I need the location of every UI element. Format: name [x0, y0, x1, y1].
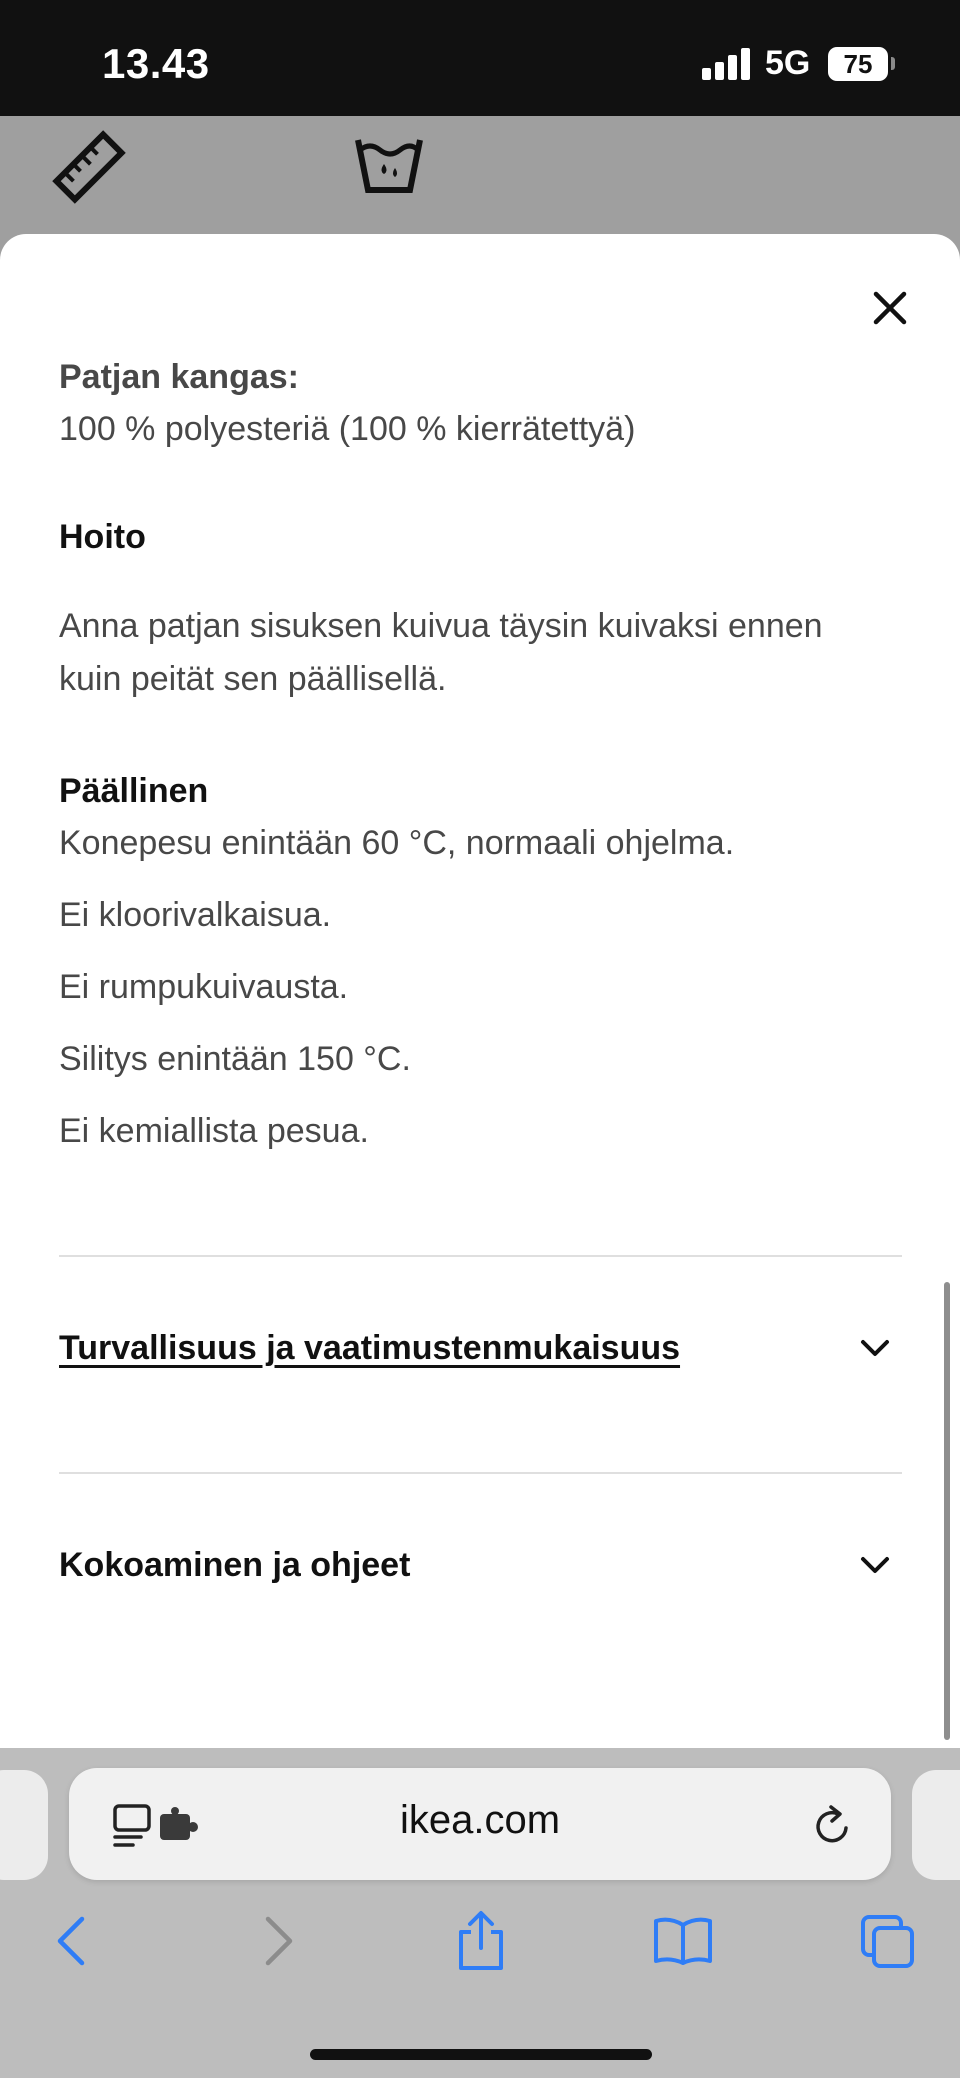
tabs-icon [861, 1915, 914, 1968]
back-button[interactable] [38, 1908, 104, 1974]
care-text-line-1: Anna patjan sisuksen kuivua täysin kuiva… [59, 607, 823, 645]
back-icon [57, 1916, 85, 1966]
browser-toolbar: ikea.com [0, 1748, 960, 2078]
bookmarks-button[interactable] [650, 1908, 716, 1974]
ruler-icon [52, 130, 126, 204]
material-heading: Patjan kangas: [59, 358, 299, 396]
cover-instruction: Ei kloorivalkaisua. [59, 896, 332, 934]
cover-instruction: Ei rumpukuivausta. [59, 968, 349, 1006]
accordion-safety[interactable]: Turvallisuus ja vaatimustenmukaisuus [59, 1293, 902, 1403]
chevron-down-icon [861, 1557, 889, 1573]
address-bar[interactable]: ikea.com [69, 1768, 891, 1880]
signal-strength-icon [702, 48, 750, 80]
forward-button[interactable] [246, 1908, 312, 1974]
tabs-button[interactable] [855, 1908, 921, 1974]
home-indicator[interactable] [310, 2049, 652, 2060]
battery-cap [891, 57, 895, 70]
accordion-safety-label: Turvallisuus ja vaatimustenmukaisuus [59, 1329, 681, 1367]
close-icon [873, 291, 907, 325]
address-url: ikea.com [399, 1798, 561, 1842]
network-type: 5G [765, 44, 811, 82]
next-tab-preview[interactable] [912, 1770, 960, 1880]
accordion-assembly-label: Kokoaminen ja ohjeet [59, 1546, 411, 1584]
wash-care-icon [355, 139, 423, 193]
accordion-assembly[interactable]: Kokoaminen ja ohjeet [59, 1510, 902, 1620]
cover-instruction: Konepesu enintään 60 °C, normaali ohjelm… [59, 824, 735, 862]
previous-tab-preview[interactable] [0, 1770, 48, 1880]
section-divider [59, 1255, 902, 1257]
close-button[interactable] [862, 280, 918, 336]
material-text: 100 % polyesteriä (100 % kierrätettyä) [59, 410, 636, 448]
page-backdrop [0, 116, 960, 236]
cover-instruction: Silitys enintään 150 °C. [59, 1040, 411, 1078]
chevron-down-icon [861, 1340, 889, 1356]
section-divider [59, 1472, 902, 1474]
share-icon [459, 1911, 503, 1970]
scrollbar[interactable] [944, 1282, 950, 1740]
cover-instruction: Ei kemiallista pesua. [59, 1112, 369, 1150]
forward-icon [265, 1916, 293, 1966]
status-bar: 13.43 5G 75 [0, 0, 960, 116]
status-time: 13.43 [102, 40, 210, 87]
battery-indicator: 75 [828, 47, 888, 81]
bookmarks-icon [654, 1917, 712, 1965]
cover-heading: Päällinen [59, 772, 209, 810]
care-text-line-2: kuin peität sen päällisellä. [59, 660, 447, 698]
reload-icon [816, 1805, 848, 1843]
care-heading: Hoito [59, 518, 146, 556]
share-button[interactable] [448, 1908, 514, 1974]
product-details-sheet: Patjan kangas: 100 % polyesteriä (100 % … [0, 234, 960, 1748]
